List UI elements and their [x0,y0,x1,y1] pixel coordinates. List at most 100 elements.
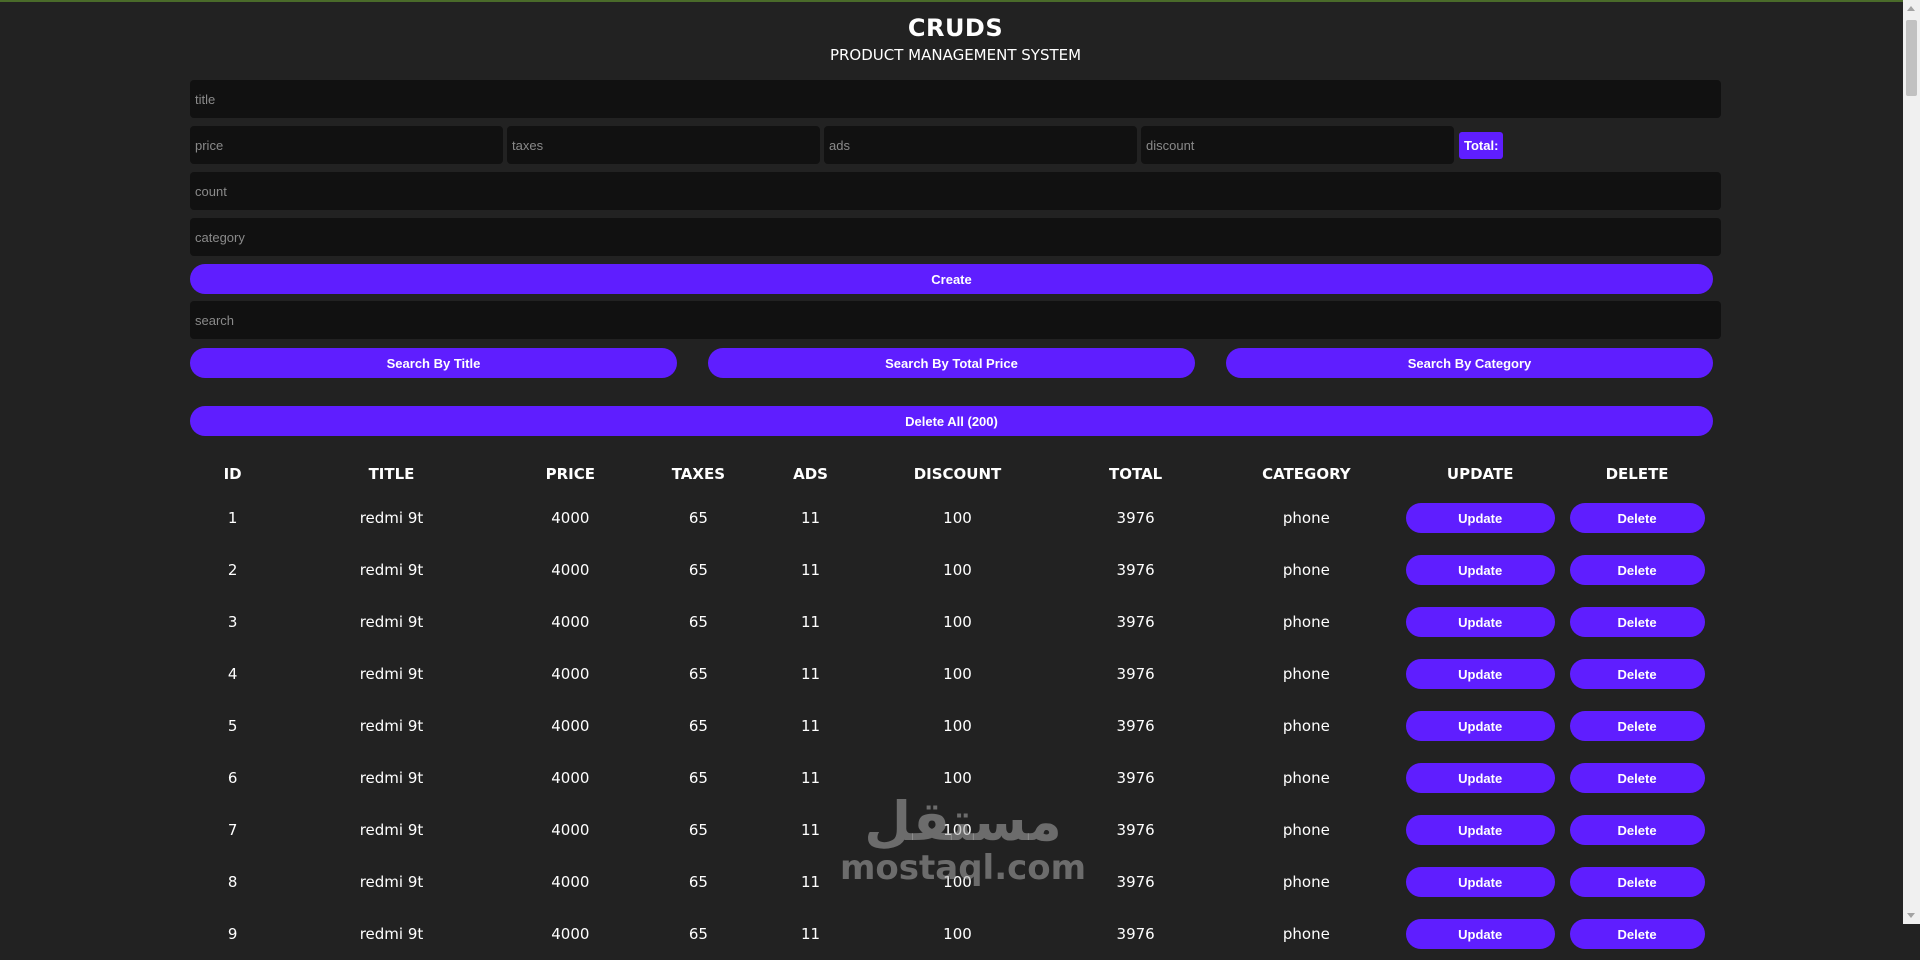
delete-button[interactable]: Delete [1569,607,1705,637]
watermark-latin-text: mostaql.com [840,848,1087,888]
count-input[interactable] [190,172,1721,210]
update-button[interactable]: Update [1405,711,1555,741]
update-button[interactable]: Update [1405,503,1555,533]
table-body: 1 redmi 9t 4000 65 11 100 3976 phone Upd… [190,492,1713,960]
cell-delete: Delete [1561,752,1713,804]
update-button[interactable]: Update [1405,763,1555,793]
cell-price: 4000 [551,925,590,943]
cell-update: Update [1399,752,1561,804]
delete-button[interactable]: Delete [1569,555,1705,585]
scrollbar-thumb[interactable] [1906,20,1917,96]
cell-update: Update [1399,908,1561,960]
delete-button[interactable]: Delete [1569,659,1705,689]
cell-price: 4000 [551,665,590,683]
cell-delete: Delete [1561,804,1713,856]
cell-taxes: 65 [688,821,708,839]
cell-ads: 11 [801,613,821,631]
discount-input[interactable] [1141,126,1454,164]
table-row: 4 redmi 9t 4000 65 11 100 3976 phone Upd… [190,648,1713,700]
cell-total: 3976 [1116,509,1155,527]
cell-taxes: 65 [688,509,708,527]
cell-total: 3976 [1116,665,1155,683]
cell-price: 4000 [551,769,590,787]
category-input[interactable] [190,218,1721,256]
ads-input[interactable] [824,126,1137,164]
update-button[interactable]: Update [1405,867,1555,897]
table-row: 2 redmi 9t 4000 65 11 100 3976 phone Upd… [190,544,1713,596]
cell-title: redmi 9t [359,717,424,735]
cell-total: 3976 [1116,717,1155,735]
cell-title: redmi 9t [359,509,424,527]
cell-update: Update [1399,492,1561,544]
delete-all-button[interactable]: Delete All (200) [190,406,1713,436]
delete-button[interactable]: Delete [1569,763,1705,793]
column-header-category: CATEGORY [1262,465,1351,483]
cell-update: Update [1399,544,1561,596]
cell-taxes: 65 [688,665,708,683]
cell-taxes: 65 [688,873,708,891]
table-row: 3 redmi 9t 4000 65 11 100 3976 phone Upd… [190,596,1713,648]
cell-title: redmi 9t [359,665,424,683]
cell-id: 9 [227,925,238,943]
cell-price: 4000 [551,821,590,839]
cell-delete: Delete [1561,700,1713,752]
cell-id: 2 [227,561,238,579]
search-by-title-button[interactable]: Search By Title [190,348,677,378]
cell-id: 1 [227,509,238,527]
update-button[interactable]: Update [1405,555,1555,585]
cell-total: 3976 [1116,925,1155,943]
cell-id: 5 [227,717,238,735]
cell-taxes: 65 [688,717,708,735]
cell-taxes: 65 [688,769,708,787]
cell-id: 7 [227,821,238,839]
cell-ads: 11 [801,925,821,943]
update-button[interactable]: Update [1405,607,1555,637]
search-by-total-price-button[interactable]: Search By Total Price [708,348,1195,378]
cell-discount: 100 [943,561,972,579]
page-scrollbar[interactable] [1903,0,1920,924]
cell-taxes: 65 [688,613,708,631]
cell-delete: Delete [1561,544,1713,596]
scroll-up-arrow-icon[interactable] [1907,6,1915,11]
delete-button[interactable]: Delete [1569,503,1705,533]
cell-category: phone [1282,769,1330,787]
column-header-price: PRICE [545,465,596,483]
cell-price: 4000 [551,717,590,735]
column-header-ads: ADS [793,465,828,483]
delete-button[interactable]: Delete [1569,815,1705,845]
cell-category: phone [1282,873,1330,891]
cell-title: redmi 9t [359,821,424,839]
table-row: 1 redmi 9t 4000 65 11 100 3976 phone Upd… [190,492,1713,544]
cell-category: phone [1282,665,1330,683]
cell-delete: Delete [1561,856,1713,908]
cell-total: 3976 [1116,561,1155,579]
column-header-taxes: TAXES [671,465,726,483]
cell-id: 8 [227,873,238,891]
cell-update: Update [1399,856,1561,908]
scroll-down-arrow-icon[interactable] [1907,913,1915,918]
taxes-input[interactable] [507,126,820,164]
create-button[interactable]: Create [190,264,1713,294]
table-row: 9 redmi 9t 4000 65 11 100 3976 phone Upd… [190,908,1713,960]
cell-taxes: 65 [688,561,708,579]
total-badge: Total: [1459,131,1504,159]
mostaql-watermark: مستقل mostaql.com [840,790,1087,888]
cell-ads: 11 [801,665,821,683]
cell-delete: Delete [1561,492,1713,544]
cell-discount: 100 [943,925,972,943]
search-input[interactable] [190,301,1721,339]
update-button[interactable]: Update [1405,659,1555,689]
cell-discount: 100 [943,613,972,631]
price-row: Total: [190,126,1721,164]
cell-delete: Delete [1561,596,1713,648]
update-button[interactable]: Update [1405,815,1555,845]
delete-button[interactable]: Delete [1569,867,1705,897]
cell-price: 4000 [551,561,590,579]
price-input[interactable] [190,126,503,164]
delete-button[interactable]: Delete [1569,711,1705,741]
watermark-arabic-text: مستقل [864,790,1062,853]
cell-title: redmi 9t [359,561,424,579]
search-by-category-button[interactable]: Search By Category [1226,348,1713,378]
title-input[interactable] [190,80,1721,118]
column-header-total: TOTAL [1109,465,1163,483]
